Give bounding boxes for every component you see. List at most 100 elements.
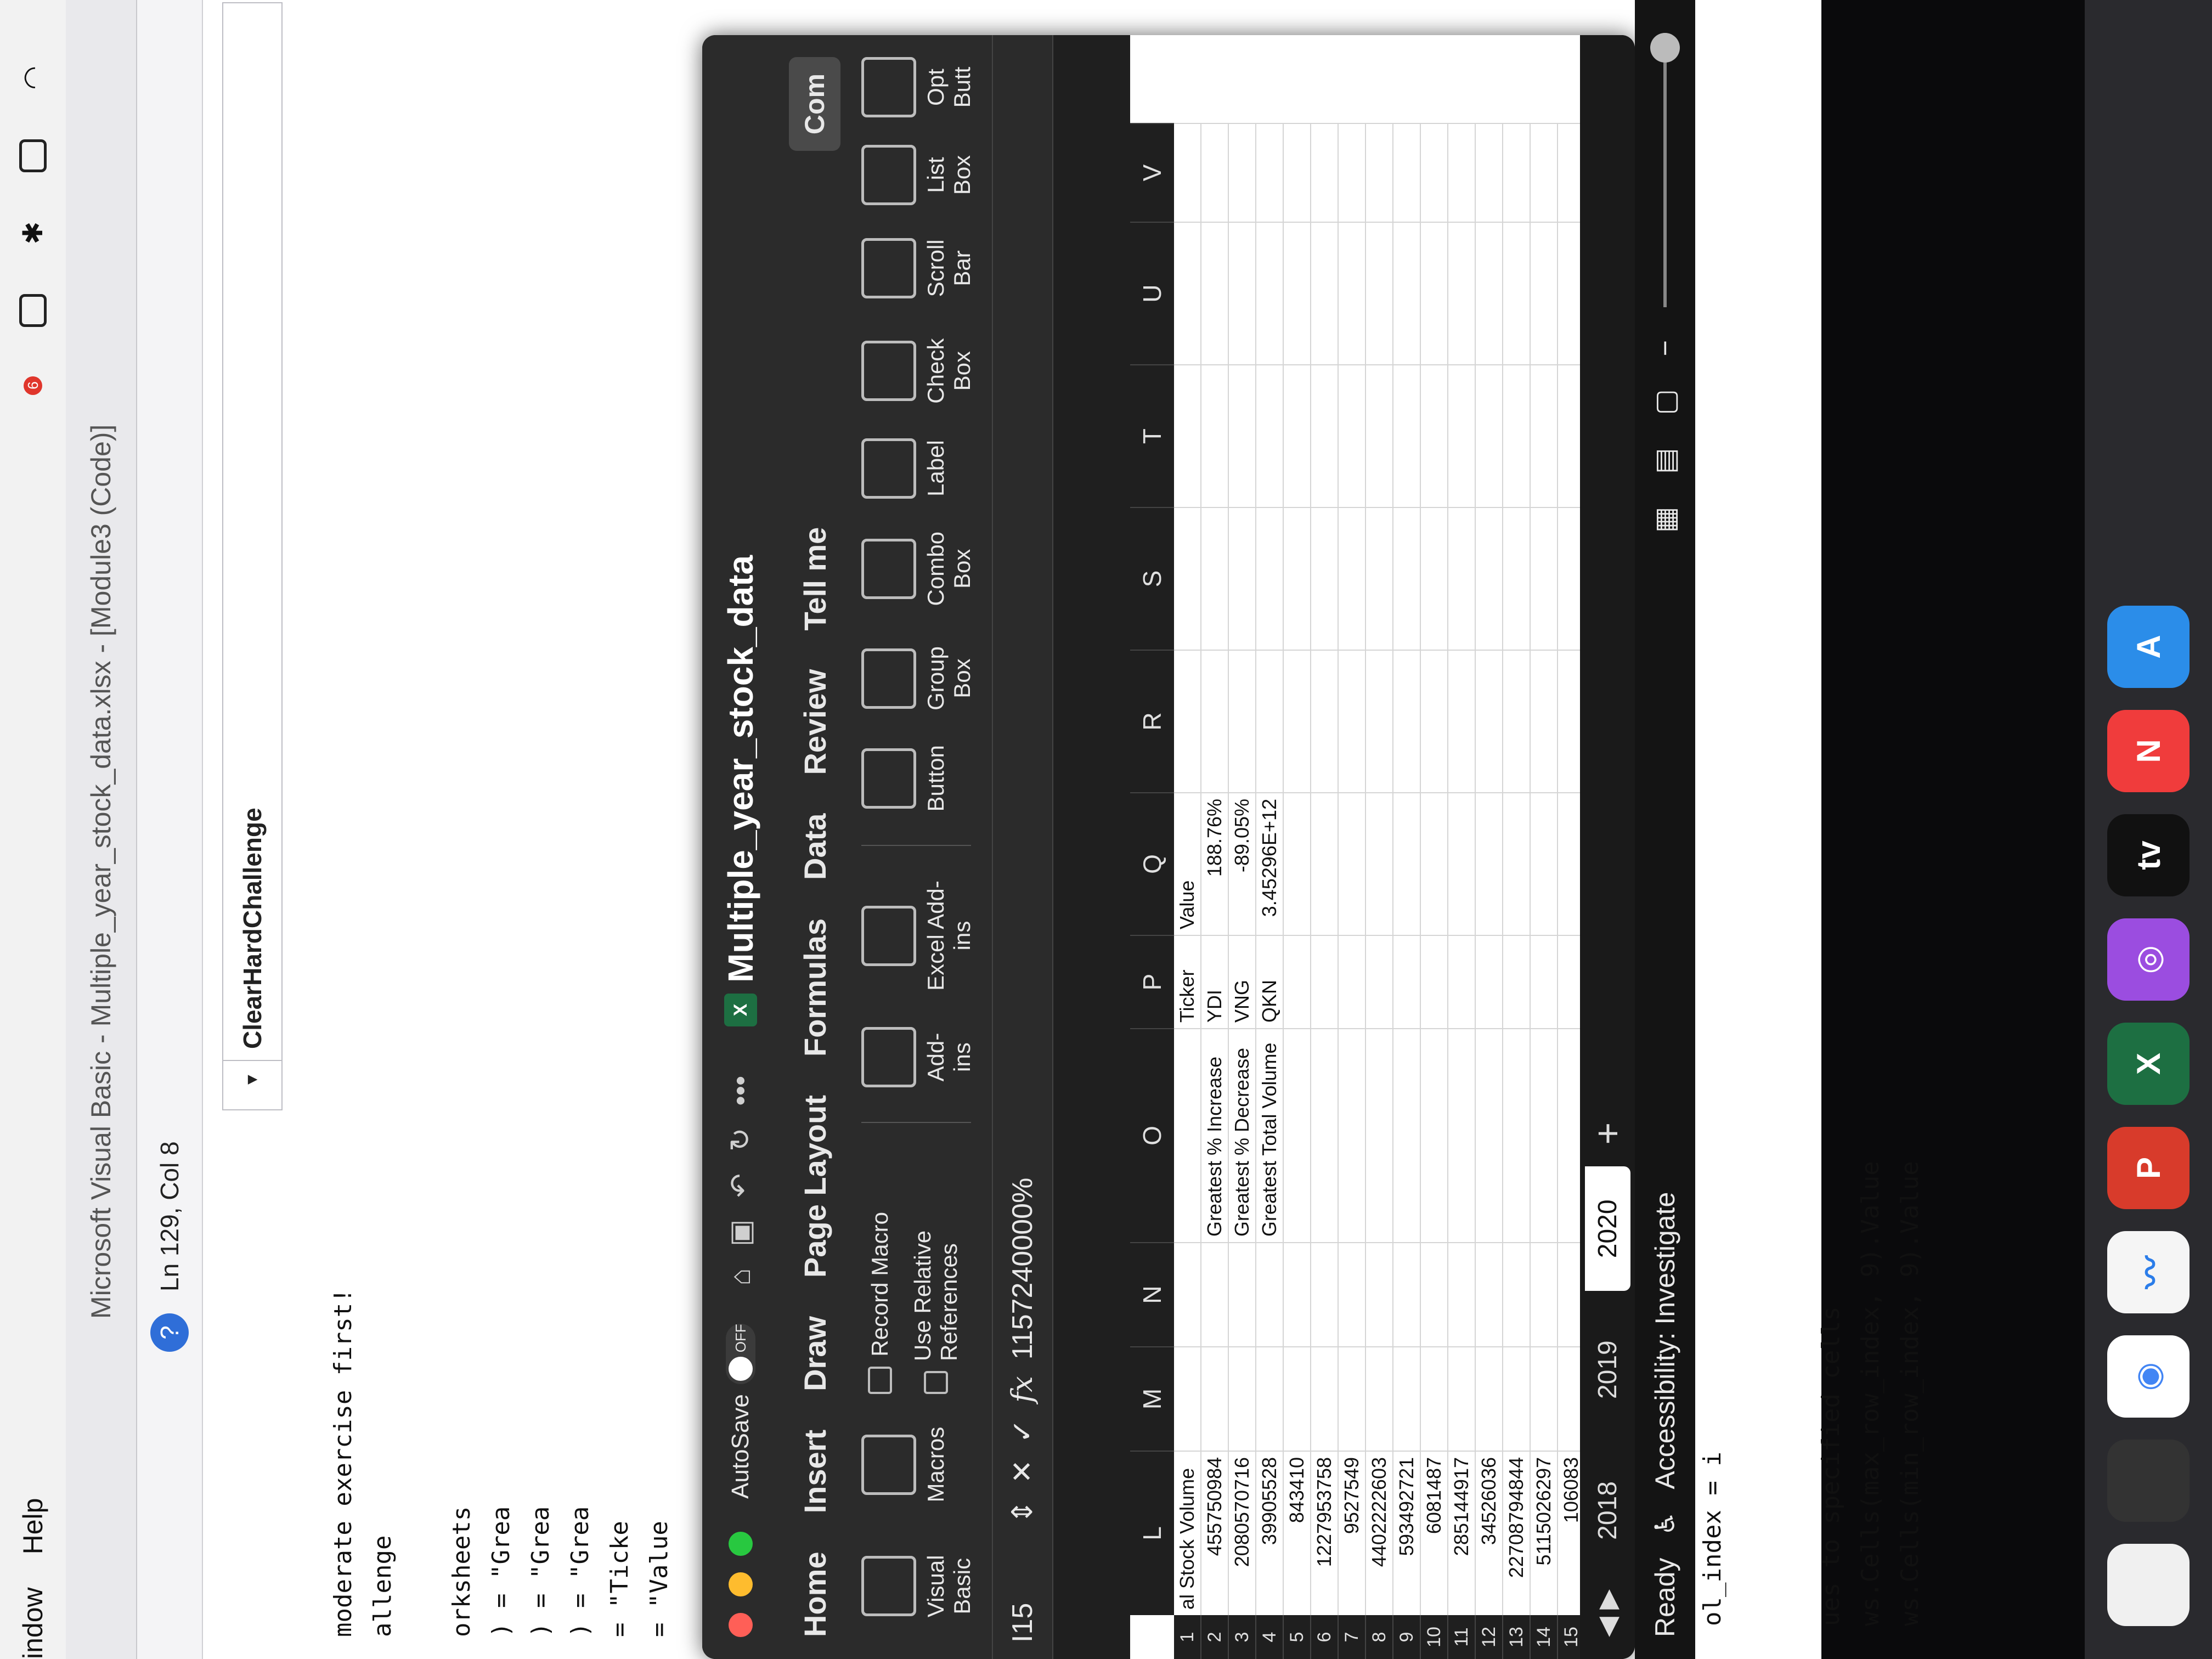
- wifi-icon[interactable]: ◠: [17, 66, 49, 90]
- powerpoint-icon[interactable]: P: [2107, 1127, 2190, 1209]
- cell-o4[interactable]: Greatest Total Volume: [1256, 1028, 1284, 1242]
- row-header[interactable]: 8: [1366, 1615, 1393, 1659]
- cell-o5[interactable]: [1284, 1028, 1311, 1242]
- podcasts-icon[interactable]: ◎: [2107, 918, 2190, 1001]
- column-header-p[interactable]: P: [1130, 935, 1174, 1028]
- cell-m13[interactable]: [1503, 1346, 1531, 1451]
- cell-m10[interactable]: [1421, 1346, 1448, 1451]
- cell-s15[interactable]: [1558, 507, 1580, 650]
- cell-u5[interactable]: [1284, 222, 1311, 364]
- chrome-icon[interactable]: ◉: [2107, 1335, 2190, 1418]
- comments-button[interactable]: Com: [789, 57, 840, 151]
- cell-v7[interactable]: [1339, 123, 1366, 222]
- cell-o7[interactable]: [1339, 1028, 1366, 1242]
- excel-addins-button[interactable]: Excel Add-ins: [861, 879, 975, 992]
- cell-n13[interactable]: [1503, 1242, 1531, 1346]
- column-header-r[interactable]: R: [1130, 650, 1174, 792]
- cell-p3[interactable]: VNG: [1229, 935, 1256, 1028]
- cell-l1[interactable]: al Stock Volume: [1174, 1451, 1201, 1615]
- cell-r1[interactable]: [1174, 650, 1201, 792]
- cell-q5[interactable]: [1284, 792, 1311, 935]
- cell-r10[interactable]: [1421, 650, 1448, 792]
- row-header[interactable]: 14: [1531, 1615, 1558, 1659]
- cell-q4[interactable]: 3.45296E+12: [1256, 792, 1284, 935]
- sheet-tab-2018[interactable]: 2018: [1585, 1448, 1630, 1573]
- cell-v9[interactable]: [1393, 123, 1421, 222]
- save-icon[interactable]: ▣: [724, 1220, 757, 1246]
- column-header-o[interactable]: O: [1130, 1028, 1174, 1242]
- tab-tell-me[interactable]: Tell me: [797, 527, 833, 631]
- zoom-out-icon[interactable]: −: [1649, 340, 1681, 356]
- menu-window[interactable]: indow: [17, 1587, 49, 1659]
- cell-o1[interactable]: [1174, 1028, 1201, 1242]
- column-header-n[interactable]: N: [1130, 1242, 1174, 1346]
- cell-m8[interactable]: [1366, 1346, 1393, 1451]
- tv-icon[interactable]: tv: [2107, 814, 2190, 896]
- control-group-box[interactable]: Group Box: [861, 639, 975, 718]
- cell-v12[interactable]: [1476, 123, 1503, 222]
- control-scroll-bar[interactable]: Scroll Bar: [861, 233, 975, 304]
- battery-icon[interactable]: [19, 139, 47, 172]
- cell-q12[interactable]: [1476, 792, 1503, 935]
- document-title[interactable]: X Multiple_year_stock_data: [720, 555, 761, 1026]
- cell-n1[interactable]: [1174, 1242, 1201, 1346]
- cell-m5[interactable]: [1284, 1346, 1311, 1451]
- cell-q15[interactable]: [1558, 792, 1580, 935]
- cell-l13[interactable]: 22708794844: [1503, 1451, 1531, 1615]
- tab-home[interactable]: Home: [797, 1551, 833, 1637]
- cell-r15[interactable]: [1558, 650, 1580, 792]
- row-header[interactable]: 15: [1558, 1615, 1580, 1659]
- page-layout-icon[interactable]: ▤: [1649, 448, 1681, 473]
- cell-p15[interactable]: [1558, 935, 1580, 1028]
- cell-q1[interactable]: Value: [1174, 792, 1201, 935]
- function-icon[interactable]: fx: [1006, 1376, 1039, 1403]
- cell-o8[interactable]: [1366, 1028, 1393, 1242]
- cell-t9[interactable]: [1393, 364, 1421, 507]
- cell-l9[interactable]: 593492721: [1393, 1451, 1421, 1615]
- cell-o15[interactable]: [1558, 1028, 1580, 1242]
- cell-v13[interactable]: [1503, 123, 1531, 222]
- cell-v4[interactable]: [1256, 123, 1284, 222]
- control-check-box[interactable]: Check Box: [861, 331, 975, 411]
- cell-o10[interactable]: [1421, 1028, 1448, 1242]
- cell-p5[interactable]: [1284, 935, 1311, 1028]
- cell-o3[interactable]: Greatest % Decrease: [1229, 1028, 1256, 1242]
- addins-button[interactable]: Add-ins: [861, 1025, 975, 1089]
- cell-s2[interactable]: [1201, 507, 1229, 650]
- cell-u3[interactable]: [1229, 222, 1256, 364]
- row-header[interactable]: 2: [1201, 1615, 1229, 1659]
- cell-q7[interactable]: [1339, 792, 1366, 935]
- finder-icon[interactable]: [2107, 1544, 2190, 1626]
- cell-t10[interactable]: [1421, 364, 1448, 507]
- control-button[interactable]: Button: [861, 745, 975, 812]
- cell-u13[interactable]: [1503, 222, 1531, 364]
- visual-basic-button[interactable]: Visual Basic: [861, 1535, 975, 1637]
- normal-view-icon[interactable]: ▦: [1649, 507, 1681, 533]
- cell-t11[interactable]: [1448, 364, 1476, 507]
- cell-m15[interactable]: [1558, 1346, 1580, 1451]
- cell-p13[interactable]: [1503, 935, 1531, 1028]
- cell-m11[interactable]: [1448, 1346, 1476, 1451]
- cell-u10[interactable]: [1421, 222, 1448, 364]
- row-header[interactable]: 6: [1311, 1615, 1339, 1659]
- row-header[interactable]: 9: [1393, 1615, 1421, 1659]
- column-header-v[interactable]: V: [1130, 123, 1174, 222]
- cell-m6[interactable]: [1311, 1346, 1339, 1451]
- cell-u11[interactable]: [1448, 222, 1476, 364]
- cell-n9[interactable]: [1393, 1242, 1421, 1346]
- cell-l7[interactable]: 9527549: [1339, 1451, 1366, 1615]
- cell-t12[interactable]: [1476, 364, 1503, 507]
- help-icon[interactable]: ?: [150, 1313, 189, 1352]
- cell-r3[interactable]: [1229, 650, 1256, 792]
- cell-o14[interactable]: [1531, 1028, 1558, 1242]
- cell-r2[interactable]: [1201, 650, 1229, 792]
- cell-o13[interactable]: [1503, 1028, 1531, 1242]
- cell-n4[interactable]: [1256, 1242, 1284, 1346]
- row-header[interactable]: 10: [1421, 1615, 1448, 1659]
- enter-icon[interactable]: ✓: [1006, 1419, 1039, 1443]
- cell-u6[interactable]: [1311, 222, 1339, 364]
- cell-v5[interactable]: [1284, 123, 1311, 222]
- row-header[interactable]: 13: [1503, 1615, 1531, 1659]
- cell-s14[interactable]: [1531, 507, 1558, 650]
- tab-page-layout[interactable]: Page Layout: [797, 1095, 833, 1278]
